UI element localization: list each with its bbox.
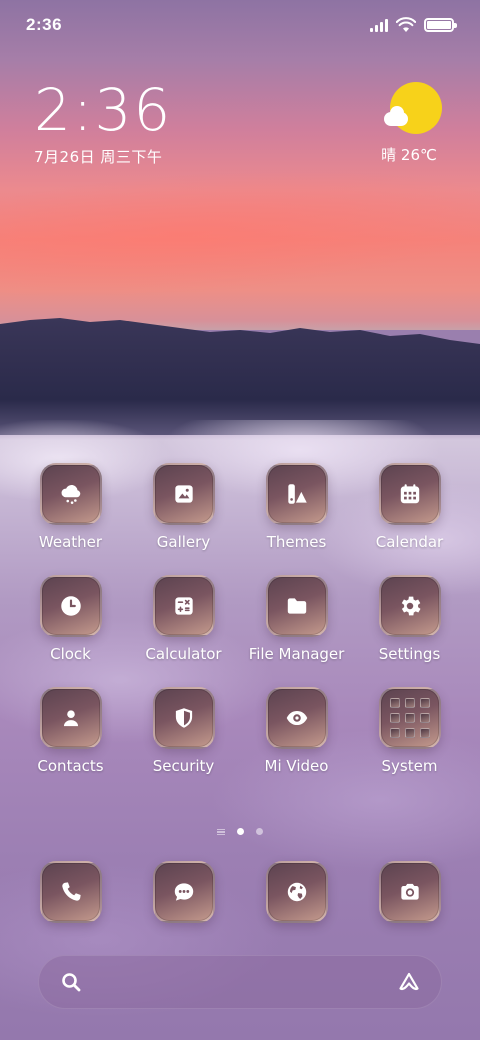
app-security[interactable]: Security: [127, 687, 240, 775]
app-mi-video[interactable]: Mi Video: [240, 687, 353, 775]
folder-icon[interactable]: [265, 575, 328, 637]
page-indicator[interactable]: [0, 828, 480, 835]
shield-icon[interactable]: [152, 687, 215, 749]
app-label: System: [381, 757, 438, 775]
app-label: Mi Video: [264, 757, 329, 775]
page-dot-active: [237, 828, 244, 835]
weather-widget[interactable]: 晴 26℃: [381, 82, 444, 165]
status-icons: [370, 17, 457, 33]
app-label: Contacts: [37, 757, 104, 775]
message-icon[interactable]: [152, 861, 215, 923]
gear-icon[interactable]: [378, 575, 441, 637]
app-label: Security: [152, 757, 215, 775]
cloud-snow-icon[interactable]: [39, 463, 102, 525]
battery-icon: [424, 18, 457, 32]
app-label: Calendar: [375, 533, 444, 551]
page-dot: [256, 828, 263, 835]
app-label: Weather: [38, 533, 103, 551]
app-file-manager[interactable]: File Manager: [240, 575, 353, 663]
weather-widget-text: 晴 26℃: [381, 146, 437, 164]
app-label: Clock: [50, 645, 91, 663]
wifi-icon: [396, 17, 416, 32]
sun-cloud-icon: [384, 82, 442, 134]
app-contacts[interactable]: Contacts: [14, 687, 127, 775]
app-calculator[interactable]: Calculator: [127, 575, 240, 663]
app-label: Themes: [266, 533, 327, 551]
app-system-folder[interactable]: System: [353, 687, 466, 775]
person-icon[interactable]: [39, 687, 102, 749]
browser-globe-icon[interactable]: [265, 861, 328, 923]
app-clock[interactable]: Clock: [14, 575, 127, 663]
app-settings[interactable]: Settings: [353, 575, 466, 663]
app-gallery[interactable]: Gallery: [127, 463, 240, 551]
app-grid: Weather Gallery Themes Calendar Clock Ca…: [14, 463, 466, 775]
app-calendar[interactable]: Calendar: [353, 463, 466, 551]
app-label: Calculator: [145, 645, 222, 663]
app-label: File Manager: [248, 645, 345, 663]
search-icon[interactable]: [59, 970, 83, 994]
paint-swatch-icon[interactable]: [265, 463, 328, 525]
clock-widget-date: 7月26日 周三下午: [34, 148, 163, 166]
app-themes[interactable]: Themes: [240, 463, 353, 551]
eye-icon[interactable]: [265, 687, 328, 749]
app-label: Gallery: [156, 533, 211, 551]
signal-icon: [370, 18, 388, 32]
image-icon[interactable]: [152, 463, 215, 525]
calendar-icon[interactable]: [378, 463, 441, 525]
folder-grid: [389, 698, 430, 738]
status-bar: 2:36: [0, 0, 480, 50]
app-weather[interactable]: Weather: [14, 463, 127, 551]
search-bar[interactable]: [38, 955, 442, 1009]
status-time: 2:36: [26, 15, 63, 34]
calculator-icon[interactable]: [152, 575, 215, 637]
camera-icon[interactable]: [378, 861, 441, 923]
clock-widget-time: 2:36: [34, 76, 173, 144]
assistant-icon[interactable]: [397, 970, 421, 994]
dock: [14, 861, 466, 923]
phone-icon[interactable]: [39, 861, 102, 923]
folder-grid-icon[interactable]: [378, 687, 441, 749]
page-indicator-menu-icon: [217, 828, 225, 835]
clock-widget[interactable]: 2:36 7月26日 周三下午: [34, 78, 172, 167]
clock-icon[interactable]: [39, 575, 102, 637]
app-label: Settings: [378, 645, 441, 663]
